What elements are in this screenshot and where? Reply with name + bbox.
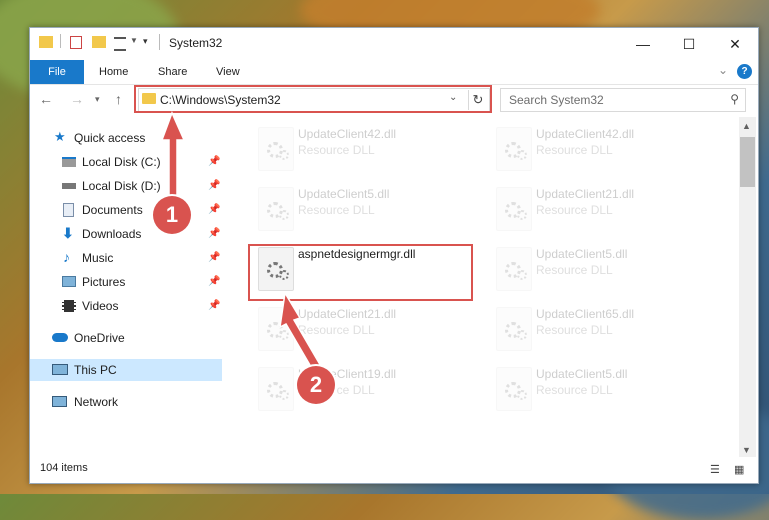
callout-badge-2: 2 (297, 366, 335, 404)
callout-arrows (160, 111, 324, 373)
arrow-up-to-address (160, 111, 186, 201)
callout-badge-1: 1 (153, 196, 191, 234)
arrow-to-file (279, 290, 324, 373)
